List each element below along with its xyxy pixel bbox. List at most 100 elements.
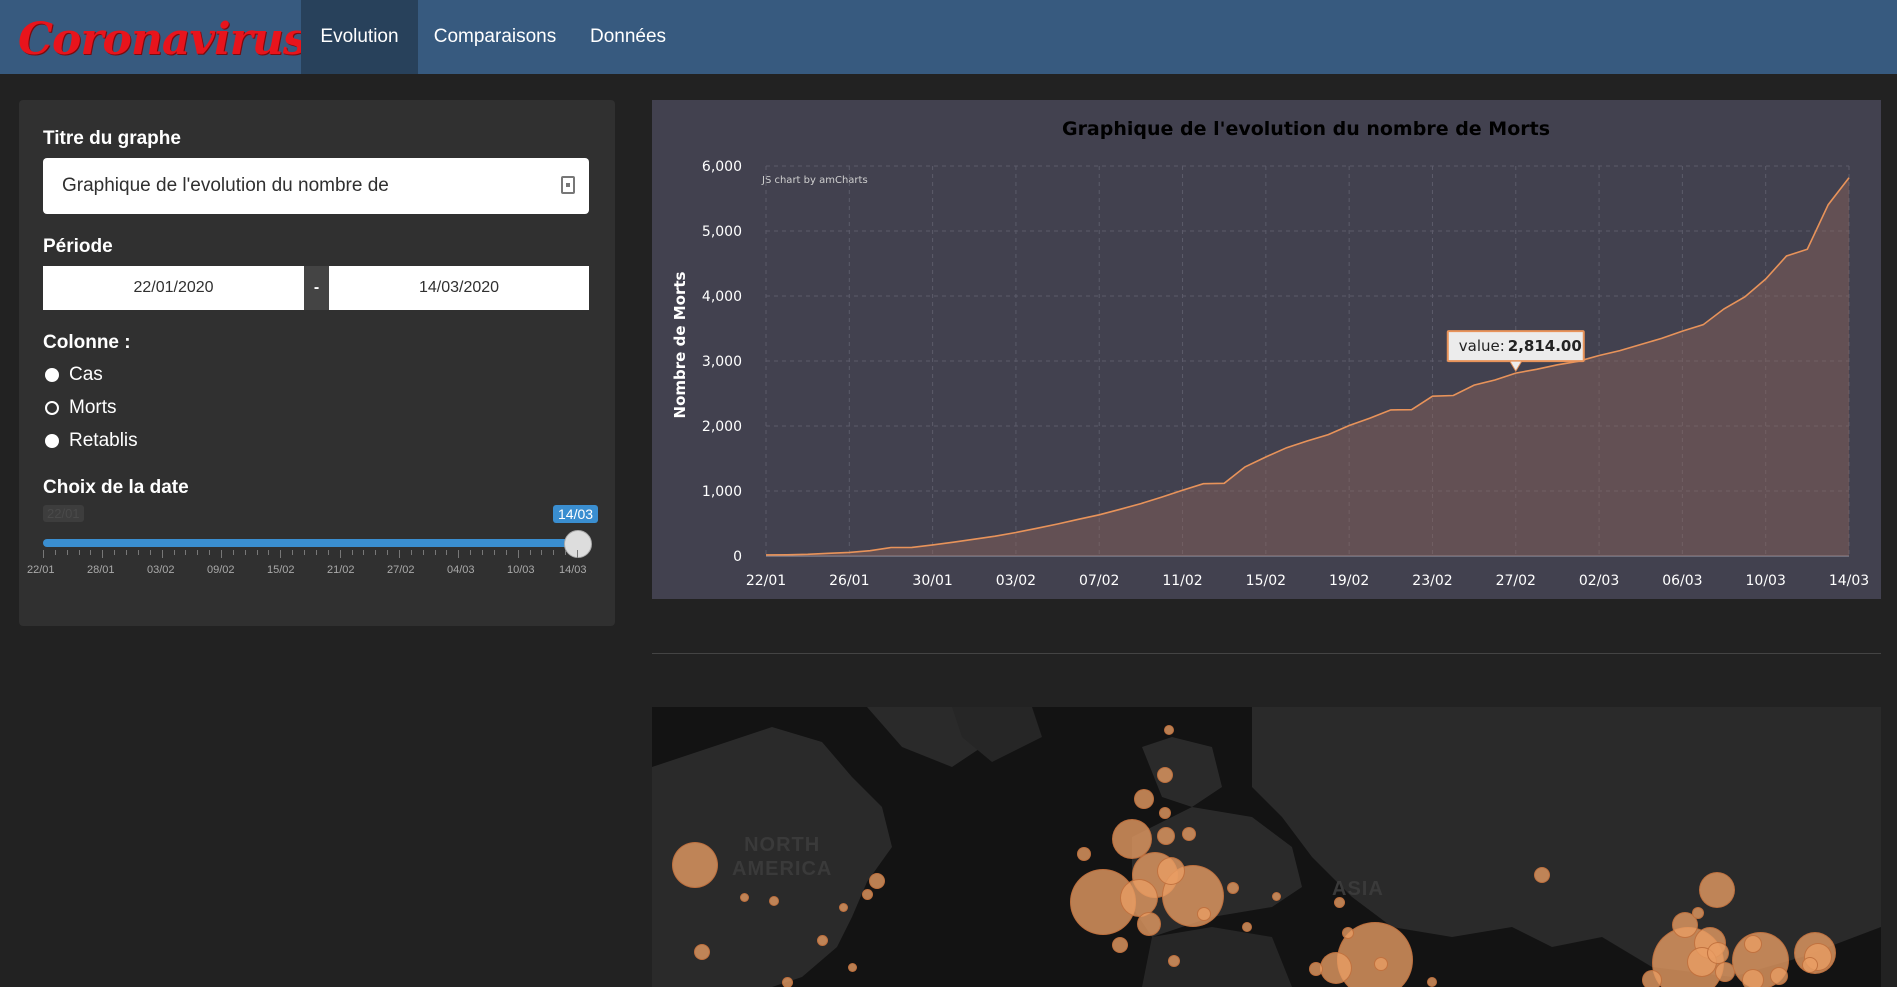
map-bubble[interactable] [1157,857,1185,885]
date-slider-track[interactable] [43,539,583,547]
map-bubble[interactable] [1534,867,1550,883]
map-bubble[interactable] [1770,967,1788,985]
slider-tick [90,550,92,555]
map-bubble[interactable] [1427,977,1437,987]
slider-tick [529,550,531,555]
radio-morts[interactable] [45,401,59,415]
tab-comparaisons[interactable]: Comparaisons [418,0,572,74]
slider-tick [54,550,56,555]
map-bubble[interactable] [1707,942,1729,964]
map-bubble[interactable] [1242,922,1252,932]
map-bubble[interactable] [782,977,793,987]
slider-tick [505,550,507,555]
slider-tick [209,550,211,555]
map-bubble[interactable] [672,842,718,888]
radio-cas[interactable] [45,368,59,382]
slider-tick [315,550,317,555]
slider-value-tooltip: 14/03 [553,505,599,523]
map-bubble[interactable] [1692,907,1704,919]
radio-morts-label[interactable]: Morts [69,397,117,419]
y-tick-label: 0 [733,549,742,565]
map-bubble[interactable] [1744,935,1762,953]
map-bubble[interactable] [1642,970,1662,987]
slider-tick [493,550,495,555]
x-tick-label: 23/02 [1412,573,1452,589]
map-bubble[interactable] [869,873,885,889]
slider-tick [553,550,555,555]
x-tick-label: 03/02 [996,573,1036,589]
slider-tick [114,550,116,555]
map-bubble[interactable] [1159,807,1171,819]
map-label-north-america: NORTH AMERICA [732,834,833,880]
map-bubble[interactable] [740,893,749,902]
map-bubble[interactable] [848,963,857,972]
slider-tick [197,550,199,555]
slider-tick [137,550,139,555]
map-bubble[interactable] [1374,957,1388,971]
slider-tick-label: 21/02 [327,564,355,576]
map-bubble[interactable] [1309,962,1323,976]
slider-tick [327,550,329,555]
slider-tick-label: 27/02 [387,564,415,576]
slider-tick [102,550,104,558]
map-bubble[interactable] [1112,937,1128,953]
slider-tick-label: 28/01 [87,564,115,576]
y-tick-label: 3,000 [702,354,742,370]
deaths-area-chart: Graphique de l'evolution du nombre de Mo… [671,118,1869,589]
brand-logo[interactable]: Coronavirus [18,14,308,65]
map-bubble[interactable] [1227,882,1239,894]
y-tick-label: 6,000 [702,159,742,175]
map-bubble[interactable] [1134,789,1154,809]
map-bubble[interactable] [1120,879,1158,917]
y-tick-label: 5,000 [702,224,742,240]
section-divider [652,653,1881,654]
map-bubble[interactable] [769,896,779,906]
map-bubble[interactable] [1164,725,1174,735]
map-bubble[interactable] [1334,897,1345,908]
tab-evolution[interactable]: Evolution [301,0,418,74]
date-slider-handle[interactable] [564,530,592,558]
map-bubble[interactable] [1272,892,1281,901]
slider-tick [517,550,519,558]
slider-tick [66,550,68,555]
slider-tick-label: 22/01 [27,564,55,576]
y-tick-label: 4,000 [702,289,742,305]
x-tick-label: 11/02 [1162,573,1202,589]
title-input[interactable]: Graphique de l'evolution du nombre de [43,158,589,214]
world-map[interactable]: NORTH AMERICA ASIA [652,707,1881,987]
map-bubble[interactable] [1699,872,1735,908]
x-tick-label: 30/01 [912,573,952,589]
chart-credit[interactable]: JS chart by amCharts [761,175,868,186]
x-tick-label: 10/03 [1746,573,1786,589]
period-start-input[interactable]: 22/01/2020 [43,266,304,310]
map-bubble[interactable] [817,935,828,946]
slider-tick [232,550,234,555]
map-bubble[interactable] [1320,952,1352,984]
radio-retablis-label[interactable]: Retablis [69,430,138,452]
map-bubble[interactable] [694,944,710,960]
map-bubble[interactable] [1157,767,1173,783]
period-end-input[interactable]: 14/03/2020 [329,266,589,310]
radio-retablis[interactable] [45,434,59,448]
map-bubble[interactable] [1077,847,1091,861]
slider-tick [173,550,175,555]
area-fill [766,177,1849,557]
radio-cas-label[interactable]: Cas [69,364,103,386]
map-bubble[interactable] [862,889,873,900]
map-bubble[interactable] [1802,957,1818,973]
slider-tick [410,550,412,555]
map-bubble[interactable] [1168,955,1180,967]
map-bubble[interactable] [1157,827,1175,845]
map-bubble[interactable] [1137,912,1161,936]
map-bubble[interactable] [1742,969,1764,987]
tab-donnees[interactable]: Données [572,0,684,74]
map-bubble[interactable] [839,903,848,912]
slider-tick [482,550,484,555]
slider-tick [541,550,543,555]
slider-tick [363,550,365,555]
x-tick-label: 07/02 [1079,573,1119,589]
map-bubble[interactable] [1197,907,1211,921]
x-tick-label: 02/03 [1579,573,1619,589]
map-bubble[interactable] [1342,927,1354,939]
map-bubble[interactable] [1182,827,1196,841]
